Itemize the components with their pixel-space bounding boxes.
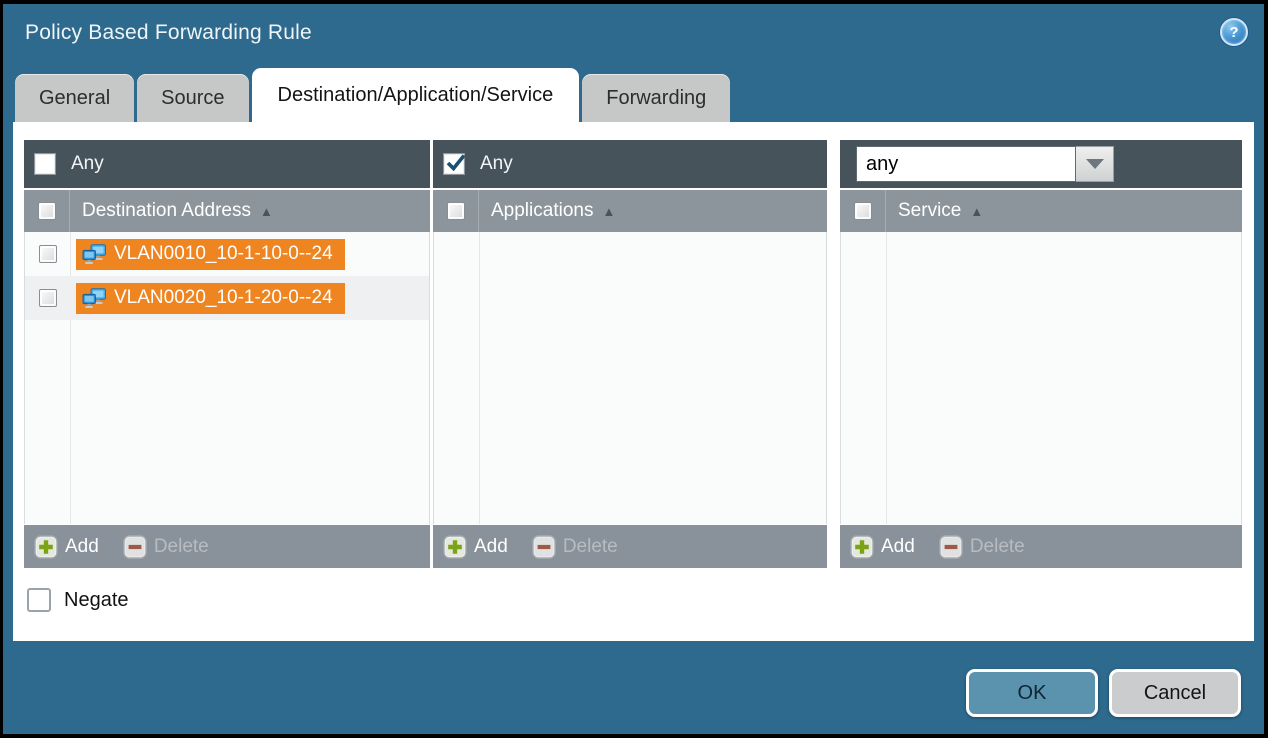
add-button[interactable]: Add [850, 535, 915, 559]
tab-forwarding-label: Forwarding [606, 87, 706, 110]
delete-icon [123, 535, 147, 559]
tab-source[interactable]: Source [137, 74, 248, 122]
service-dropdown-value[interactable]: any [856, 146, 1076, 182]
delete-button-label: Delete [970, 536, 1025, 558]
column-divider [479, 232, 480, 524]
dialog-title: Policy Based Forwarding Rule [25, 21, 312, 45]
network-icon [82, 288, 107, 309]
tab-forwarding[interactable]: Forwarding [582, 74, 730, 122]
delete-button[interactable]: Delete [532, 535, 618, 559]
help-icon[interactable]: ? [1220, 18, 1248, 46]
table-row[interactable]: VLAN0010_10-1-10-0--24 [25, 232, 429, 276]
ok-button[interactable]: OK [966, 669, 1098, 717]
delete-icon [532, 535, 556, 559]
tab-destination-application-service[interactable]: Destination/Application/Service [252, 68, 580, 122]
address-object-label: VLAN0020_10-1-20-0--24 [114, 287, 333, 309]
add-icon [443, 535, 467, 559]
add-button[interactable]: Add [443, 535, 508, 559]
add-icon [34, 535, 58, 559]
tab-general[interactable]: General [15, 74, 134, 122]
negate-option: Negate [27, 588, 129, 612]
delete-button[interactable]: Delete [939, 535, 1025, 559]
tab-destination-application-service-label: Destination/Application/Service [278, 84, 554, 107]
applications-panel: Any Applications ▲ [433, 140, 827, 568]
destination-address-panel: Any Destination Address ▲ [24, 140, 430, 568]
tab-general-label: General [39, 87, 110, 110]
service-select-all-checkbox[interactable] [854, 202, 872, 220]
applications-any-checkbox-checked[interactable] [443, 153, 465, 175]
sort-asc-icon[interactable]: ▲ [602, 204, 615, 219]
destination-header-label[interactable]: Destination Address [82, 200, 251, 222]
destination-any-checkbox[interactable] [34, 153, 56, 175]
row-checkbox[interactable] [39, 245, 57, 263]
add-button-label: Add [881, 536, 915, 558]
applications-list [433, 232, 827, 524]
applications-column-header: Applications ▲ [433, 188, 827, 232]
delete-button[interactable]: Delete [123, 535, 209, 559]
delete-button-label: Delete [154, 536, 209, 558]
table-row[interactable]: VLAN0020_10-1-20-0--24 [25, 276, 429, 320]
destination-footer: Add Delete [24, 524, 430, 568]
dropdown-button[interactable] [1076, 146, 1114, 182]
delete-button-label: Delete [563, 536, 618, 558]
destination-list: VLAN0010_10-1-10-0--24 [24, 232, 430, 524]
service-list [840, 232, 1242, 524]
tab-content-panel: Any Destination Address ▲ [13, 122, 1254, 641]
applications-header-label[interactable]: Applications [491, 200, 593, 222]
service-dropdown[interactable]: any [856, 146, 1114, 182]
dialog-background: Policy Based Forwarding Rule ? General S… [3, 4, 1264, 734]
add-icon [850, 535, 874, 559]
service-footer: Add Delete [840, 524, 1242, 568]
sort-asc-icon[interactable]: ▲ [970, 204, 983, 219]
row-checkbox[interactable] [39, 289, 57, 307]
tab-bar: General Source Destination/Application/S… [15, 68, 730, 122]
cancel-button[interactable]: Cancel [1109, 669, 1241, 717]
tab-source-label: Source [161, 87, 224, 110]
delete-icon [939, 535, 963, 559]
destination-any-bar: Any [24, 140, 430, 188]
dialog-window: Policy Based Forwarding Rule ? General S… [0, 0, 1268, 738]
network-icon [82, 244, 107, 265]
address-object-label: VLAN0010_10-1-10-0--24 [114, 243, 333, 265]
add-button-label: Add [474, 536, 508, 558]
negate-checkbox[interactable] [27, 588, 51, 612]
add-button[interactable]: Add [34, 535, 99, 559]
applications-any-bar: Any [433, 140, 827, 188]
destination-column-header: Destination Address ▲ [24, 188, 430, 232]
column-divider [886, 232, 887, 524]
address-object-chip[interactable]: VLAN0010_10-1-10-0--24 [76, 239, 345, 270]
caret-down-icon [1086, 159, 1104, 169]
negate-label: Negate [64, 589, 129, 612]
service-panel: any Service ▲ [840, 140, 1242, 568]
destination-select-all-checkbox[interactable] [38, 202, 56, 220]
applications-any-label: Any [480, 153, 513, 175]
applications-footer: Add Delete [433, 524, 827, 568]
address-object-chip[interactable]: VLAN0020_10-1-20-0--24 [76, 283, 345, 314]
destination-any-label: Any [71, 153, 104, 175]
applications-select-all-checkbox[interactable] [447, 202, 465, 220]
add-button-label: Add [65, 536, 99, 558]
sort-asc-icon[interactable]: ▲ [260, 204, 273, 219]
service-header-label[interactable]: Service [898, 200, 961, 222]
service-any-bar: any [840, 140, 1242, 188]
service-column-header: Service ▲ [840, 188, 1242, 232]
